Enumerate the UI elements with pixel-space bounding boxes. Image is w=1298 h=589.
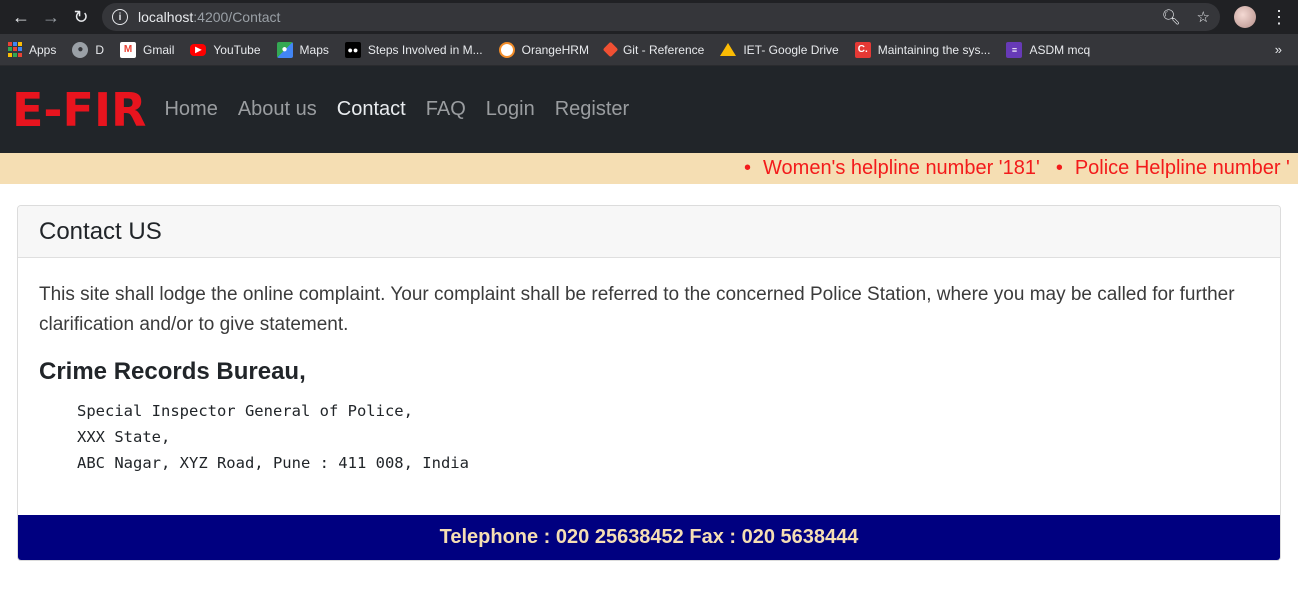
bookmark-orangehrm[interactable]: OrangeHRM bbox=[498, 41, 589, 58]
globe-icon: ● bbox=[72, 41, 89, 58]
nav-register[interactable]: Register bbox=[555, 98, 629, 121]
url-path: :4200/Contact bbox=[193, 9, 281, 25]
address-line: ABC Nagar, XYZ Road, Pune : 411 008, Ind… bbox=[77, 454, 469, 472]
youtube-icon: ▶ bbox=[190, 43, 207, 56]
google-drive-icon bbox=[720, 43, 737, 56]
bookmark-label: IET- Google Drive bbox=[743, 42, 839, 57]
marquee-item: • Police Helpline number ' bbox=[1055, 157, 1290, 179]
bookmarks-overflow-icon[interactable]: » bbox=[1275, 42, 1282, 57]
browser-menu-icon[interactable]: ⋮ bbox=[1270, 7, 1288, 28]
bookmark-youtube[interactable]: ▶ YouTube bbox=[190, 42, 261, 57]
nav-faq[interactable]: FAQ bbox=[426, 98, 466, 121]
profile-avatar[interactable] bbox=[1234, 6, 1256, 28]
bookmark-d[interactable]: ● D bbox=[72, 41, 105, 58]
bookmark-label: D bbox=[95, 42, 105, 57]
bookmark-asdm[interactable]: ≡ ASDM mcq bbox=[1006, 41, 1091, 58]
maps-icon: ● bbox=[276, 41, 293, 58]
bookmark-label: Git - Reference bbox=[622, 42, 705, 57]
bureau-heading: Crime Records Bureau, bbox=[39, 358, 306, 385]
bookmark-git[interactable]: Git - Reference bbox=[602, 41, 705, 58]
url-text[interactable]: localhost:4200/Contact bbox=[138, 9, 280, 25]
nav-home[interactable]: Home bbox=[164, 98, 217, 121]
intro-text: This site shall lodge the online complai… bbox=[39, 284, 1235, 335]
card-body: This site shall lodge the online complai… bbox=[18, 258, 1280, 476]
medium-icon: ●● bbox=[344, 41, 361, 58]
bookmark-label: YouTube bbox=[213, 42, 261, 57]
star-bookmark-icon[interactable]: ☆ bbox=[1197, 8, 1210, 26]
zoom-icon[interactable]: 🔍︎ bbox=[1162, 8, 1181, 26]
contact-card: Contact US This site shall lodge the onl… bbox=[17, 205, 1281, 561]
nav-contact[interactable]: Contact bbox=[337, 98, 406, 121]
site-navbar: E-FIR Home About us Contact FAQ Login Re… bbox=[0, 66, 1298, 153]
marquee-item: • Women's helpline number '181' bbox=[744, 157, 1040, 179]
c-logo-icon: C. bbox=[854, 41, 871, 58]
bookmark-label: ASDM mcq bbox=[1029, 42, 1091, 57]
card-title: Contact US bbox=[18, 206, 1280, 258]
browser-toolbar: ← → ↻ i localhost:4200/Contact 🔍︎ ☆ ⋮ bbox=[0, 0, 1298, 34]
git-icon bbox=[602, 41, 619, 58]
bookmark-label: Steps Involved in M... bbox=[367, 42, 483, 57]
address-block: Special Inspector General of Police, XXX… bbox=[77, 398, 1259, 476]
forms-icon: ≡ bbox=[1006, 41, 1023, 58]
marquee-text: Women's helpline number '181' bbox=[763, 157, 1040, 179]
helpline-marquee: • Women's helpline number '181' • Police H… bbox=[0, 153, 1298, 184]
bookmark-maintaining[interactable]: C. Maintaining the sys... bbox=[854, 41, 991, 58]
contact-footer: Telephone : 020 25638452 Fax : 020 56384… bbox=[18, 515, 1280, 560]
bookmark-label: Gmail bbox=[143, 42, 175, 57]
bookmark-maps[interactable]: ● Maps bbox=[276, 41, 329, 58]
address-bar[interactable]: i localhost:4200/Contact 🔍︎ ☆ bbox=[102, 3, 1220, 31]
brand-logo[interactable]: E-FIR bbox=[12, 83, 146, 137]
bookmark-label: Maintaining the sys... bbox=[877, 42, 991, 57]
address-line: XXX State, bbox=[77, 428, 171, 446]
url-host: localhost bbox=[138, 9, 194, 25]
bookmark-apps[interactable]: Apps bbox=[8, 41, 57, 58]
orangehrm-icon bbox=[498, 41, 515, 58]
address-line: Special Inspector General of Police, bbox=[77, 402, 413, 420]
marquee-text: Police Helpline number ' bbox=[1074, 157, 1290, 179]
info-icon[interactable]: i bbox=[112, 9, 128, 25]
bookmark-label: Maps bbox=[299, 42, 329, 57]
bookmark-label: OrangeHRM bbox=[521, 42, 589, 57]
nav-login[interactable]: Login bbox=[486, 98, 535, 121]
bookmark-drive[interactable]: IET- Google Drive bbox=[720, 42, 839, 57]
nav-about-us[interactable]: About us bbox=[238, 98, 317, 121]
bookmark-label: Apps bbox=[29, 42, 57, 57]
back-arrow-icon[interactable]: ← bbox=[6, 2, 36, 32]
bookmark-gmail[interactable]: M Gmail bbox=[120, 41, 175, 58]
forward-arrow-icon[interactable]: → bbox=[36, 2, 66, 32]
gmail-icon: M bbox=[120, 41, 137, 58]
reload-icon[interactable]: ↻ bbox=[66, 2, 96, 32]
apps-grid-icon bbox=[8, 41, 22, 58]
bookmarks-bar: Apps ● D M Gmail ▶ YouTube ● Maps ●● Ste… bbox=[0, 34, 1298, 66]
bookmark-steps[interactable]: ●● Steps Involved in M... bbox=[344, 41, 483, 58]
